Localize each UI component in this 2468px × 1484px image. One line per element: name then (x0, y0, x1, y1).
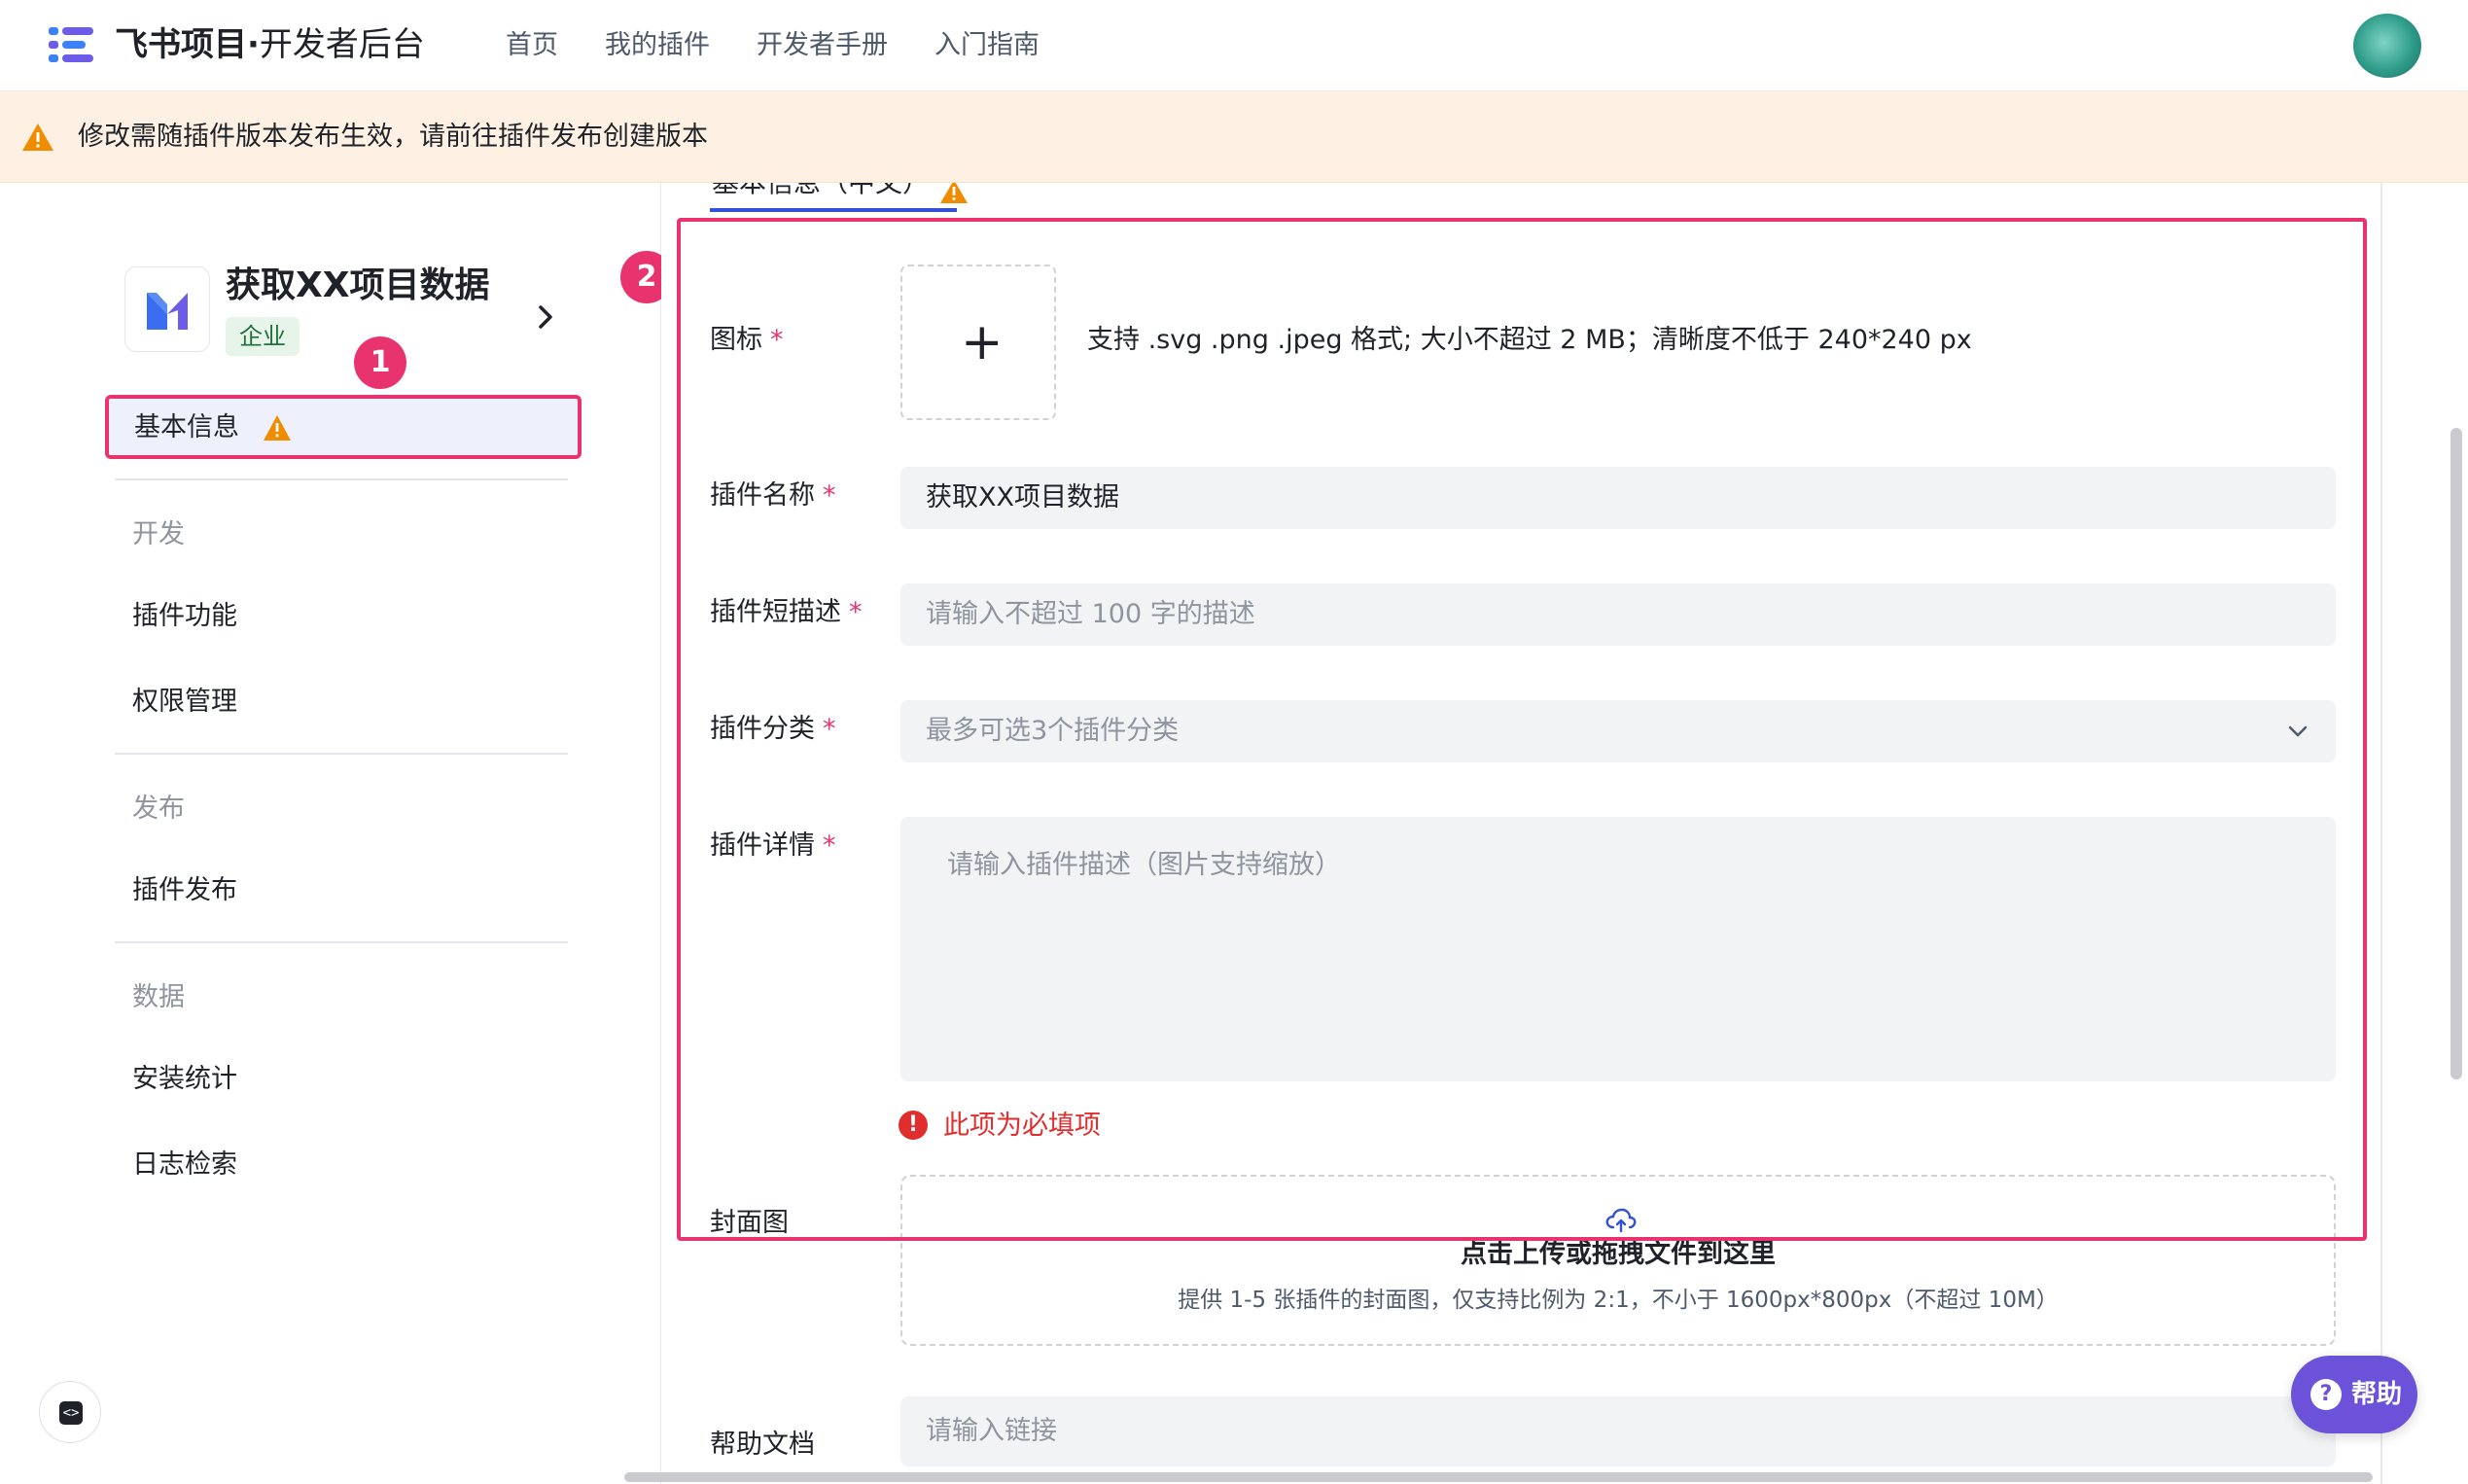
brand-title[interactable]: 飞书项目·开发者后台 (115, 19, 425, 70)
nav-my-plugins[interactable]: 我的插件 (605, 25, 710, 66)
category-field-label: 插件分类 * (710, 710, 836, 749)
sidebar-item-install-stats[interactable]: 安装统计 (132, 1060, 237, 1099)
brand-main: 飞书项目· (115, 25, 260, 64)
name-field-label: 插件名称 * (710, 477, 836, 515)
code-icon: <> (59, 1401, 83, 1425)
feishu-project-logo-icon[interactable] (49, 25, 95, 64)
nav-home[interactable]: 首页 (506, 25, 558, 66)
detail-editor[interactable]: 请输入插件描述（图片支持缩放） (900, 817, 2336, 1081)
step-marker-1: 1 (354, 336, 406, 389)
horizontal-scrollbar[interactable] (624, 1472, 2373, 1482)
help-button[interactable]: ? 帮助 (2291, 1356, 2417, 1433)
divider (115, 941, 568, 943)
icon-field-label: 图标 * (710, 321, 784, 360)
tab-basic-info-zh[interactable]: 基本信息（中文） (712, 183, 930, 200)
short-desc-placeholder: 请输入不超过 100 字的描述 (926, 599, 1255, 629)
required-mark: * (823, 480, 836, 511)
label-text: 图标 (710, 325, 762, 355)
divider (115, 753, 568, 755)
label-text: 插件短描述 (710, 597, 841, 627)
section-title-develop: 开发 (132, 519, 185, 549)
upload-title: 点击上传或拖拽文件到这里 (1461, 1239, 1776, 1269)
sidebar-item-basic-info[interactable]: 基本信息 (105, 395, 582, 459)
label-text: 插件分类 (710, 714, 815, 744)
label-text: 插件详情 (710, 830, 815, 861)
divider (115, 478, 568, 480)
user-avatar[interactable] (2353, 14, 2421, 78)
banner-text: 修改需随插件版本发布生效，请前往插件发布创建版本 (78, 122, 708, 152)
top-navbar: 飞书项目·开发者后台 首页 我的插件 开发者手册 入门指南 (0, 0, 2468, 91)
icon-format-hint: 支持 .svg .png .jpeg 格式; 大小不超过 2 MB；清晰度不低于… (1087, 325, 1972, 355)
short-desc-field-label: 插件短描述 * (710, 593, 863, 632)
required-mark: * (823, 714, 836, 744)
sidebar-item-label: 基本信息 (134, 412, 239, 442)
plugin-logo (124, 266, 210, 352)
plugin-name-value: 获取XX项目数据 (926, 482, 1119, 512)
brand-sub: 开发者后台 (259, 25, 425, 64)
required-mark: * (849, 597, 863, 627)
vertical-scrollbar[interactable] (2450, 428, 2462, 1079)
help-doc-input[interactable]: 请输入链接 (900, 1396, 2336, 1466)
help-button-label: 帮助 (2351, 1380, 2403, 1409)
content-right-border (2380, 183, 2382, 1484)
sidebar: 获取XX项目数据 企业 基本信息 开发 插件功能 权限管理 发布 插件发布 数据… (0, 183, 661, 1484)
plugin-m-icon (147, 293, 188, 330)
code-toggle-button[interactable]: <> (39, 1381, 101, 1443)
main-content: 基本信息（中文） 图标 * + 支持 .svg .png .jpeg 格式; 大小… (661, 183, 2468, 1484)
short-desc-input[interactable]: 请输入不超过 100 字的描述 (900, 583, 2336, 646)
nav-getting-started[interactable]: 入门指南 (934, 25, 1040, 66)
chevron-right-icon[interactable] (533, 298, 560, 336)
detail-placeholder: 请输入插件描述（图片支持缩放） (947, 850, 1341, 880)
sidebar-item-plugin-functions[interactable]: 插件功能 (132, 597, 237, 636)
sidebar-item-log-search[interactable]: 日志检索 (132, 1146, 237, 1184)
version-warning-banner: 修改需随插件版本发布生效，请前往插件发布创建版本 (0, 91, 2468, 183)
plus-icon: + (961, 313, 1004, 371)
category-placeholder: 最多可选3个插件分类 (926, 716, 1180, 746)
upload-hint: 提供 1-5 张插件的封面图，仅支持比例为 2:1，不小于 1600px*800… (1178, 1288, 2059, 1313)
section-title-publish: 发布 (132, 794, 185, 824)
chevron-down-icon (2288, 725, 2308, 737)
required-mark: * (770, 325, 784, 355)
category-select[interactable]: 最多可选3个插件分类 (900, 700, 2336, 762)
cover-upload-dropzone[interactable]: 点击上传或拖拽文件到这里 提供 1-5 张插件的封面图，仅支持比例为 2:1，不… (900, 1175, 2336, 1346)
required-mark: * (823, 830, 836, 861)
plugin-name: 获取XX项目数据 (226, 265, 490, 305)
warning-icon (940, 183, 968, 203)
sidebar-item-permissions[interactable]: 权限管理 (132, 683, 237, 722)
warning-icon (22, 124, 53, 151)
nav-links: 首页 我的插件 开发者手册 入门指南 (506, 25, 1040, 66)
section-title-data: 数据 (132, 982, 185, 1012)
plugin-name-input[interactable]: 获取XX项目数据 (900, 467, 2336, 529)
cloud-upload-icon (1605, 1208, 1637, 1233)
error-text: 此项为必填项 (943, 1111, 1101, 1141)
plugin-type-badge: 企业 (226, 317, 300, 356)
tab-active-indicator (710, 208, 957, 212)
nav-dev-manual[interactable]: 开发者手册 (757, 25, 888, 66)
help-doc-field-label: 帮助文档 (710, 1430, 815, 1460)
label-text: 插件名称 (710, 480, 815, 511)
warning-icon (264, 415, 291, 441)
error-icon: ! (899, 1111, 928, 1140)
sidebar-item-plugin-publish[interactable]: 插件发布 (132, 871, 237, 910)
icon-upload-button[interactable]: + (900, 265, 1056, 420)
help-doc-placeholder: 请输入链接 (926, 1416, 1057, 1446)
question-icon: ? (2310, 1379, 2342, 1410)
detail-field-label: 插件详情 * (710, 827, 836, 866)
cover-field-label: 封面图 (710, 1208, 789, 1238)
